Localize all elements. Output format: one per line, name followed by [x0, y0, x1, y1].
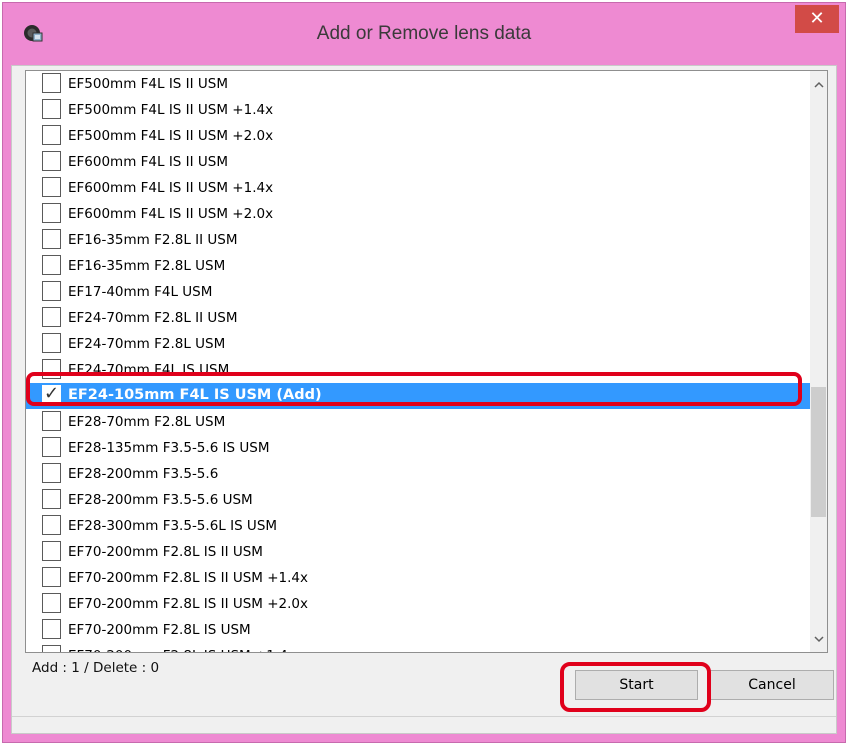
list-item[interactable]: EF16-35mm F2.8L USM [26, 253, 811, 279]
lens-label: EF70-200mm F2.8L IS II USM +1.4x [68, 570, 309, 586]
lens-checkbox[interactable] [42, 619, 61, 639]
lens-checkbox[interactable] [42, 489, 61, 509]
lens-checkbox[interactable] [42, 99, 61, 119]
lens-label: EF17-40mm F4L USM [68, 284, 213, 300]
lens-checkbox[interactable] [42, 437, 61, 457]
list-item[interactable]: EF28-135mm F3.5-5.6 IS USM [26, 435, 811, 461]
dialog-window: Add or Remove lens data ✕ EF500mm F4L IS… [2, 2, 846, 743]
list-item[interactable]: EF500mm F4L IS II USM +2.0x [26, 123, 811, 149]
chevron-down-icon[interactable] [810, 631, 827, 649]
list-item[interactable]: EF70-200mm F2.8L IS USM +1.4x [26, 643, 811, 652]
dialog-body: EF500mm F4L IS II USM EF500mm F4L IS II U… [11, 65, 837, 734]
lens-label: EF500mm F4L IS II USM [68, 76, 229, 92]
lens-checkbox[interactable] [42, 177, 61, 197]
list-item[interactable]: EF500mm F4L IS II USM [26, 71, 811, 97]
scroll-thumb[interactable] [811, 387, 826, 517]
lens-label: EF28-70mm F2.8L USM [68, 414, 226, 430]
lens-label: EF28-200mm F3.5-5.6 [68, 466, 219, 482]
lens-checkbox[interactable] [42, 203, 61, 223]
lens-label: EF28-200mm F3.5-5.6 USM [68, 492, 253, 508]
lens-label: EF28-135mm F3.5-5.6 IS USM [68, 440, 270, 456]
vertical-scrollbar[interactable] [810, 71, 827, 652]
start-button[interactable]: Start [575, 670, 698, 700]
list-item[interactable]: EF28-70mm F2.8L USM [26, 409, 811, 435]
lens-checkbox[interactable] [42, 515, 61, 535]
list-item[interactable]: EF70-200mm F2.8L IS II USM +2.0x [26, 591, 811, 617]
lens-label: EF16-35mm F2.8L II USM [68, 232, 238, 248]
lens-label: EF24-70mm F2.8L II USM [68, 310, 238, 326]
lens-checkbox[interactable] [42, 593, 61, 613]
lens-label: EF70-200mm F2.8L IS USM +1.4x [68, 648, 296, 652]
list-item[interactable]: EF28-300mm F3.5-5.6L IS USM [26, 513, 811, 539]
lens-label: EF500mm F4L IS II USM +2.0x [68, 128, 274, 144]
title-bar[interactable]: Add or Remove lens data ✕ [3, 3, 845, 65]
lens-label: EF70-200mm F2.8L IS II USM [68, 544, 263, 560]
lens-label: EF600mm F4L IS II USM +2.0x [68, 206, 274, 222]
lens-label: EF600mm F4L IS II USM [68, 154, 229, 170]
lens-checkbox[interactable] [42, 151, 61, 171]
lens-checkbox[interactable] [42, 359, 61, 379]
lens-checkbox[interactable] [42, 255, 61, 275]
window-title: Add or Remove lens data [316, 23, 532, 44]
list-item[interactable]: EF28-200mm F3.5-5.6 [26, 461, 811, 487]
lens-checkbox[interactable] [42, 333, 61, 353]
add-delete-counter: Add : 1 / Delete : 0 [32, 660, 160, 676]
list-item[interactable]: EF70-200mm F2.8L IS II USM [26, 539, 811, 565]
lens-label: EF24-70mm F4L IS USM [68, 362, 230, 378]
list-item[interactable]: EF24-70mm F2.8L II USM [26, 305, 811, 331]
list-item[interactable]: EF17-40mm F4L USM [26, 279, 811, 305]
chevron-up-icon[interactable] [810, 77, 827, 95]
lens-checkbox[interactable] [42, 411, 61, 431]
lens-label: EF500mm F4L IS II USM +1.4x [68, 102, 274, 118]
checkmark-icon: ✓ [44, 383, 60, 404]
lens-checkbox[interactable] [42, 281, 61, 301]
lens-checkbox[interactable] [42, 73, 61, 93]
lens-label: EF24-105mm F4L IS USM (Add) [68, 387, 322, 403]
lens-checkbox[interactable]: ✓ [42, 383, 61, 405]
lens-label: EF16-35mm F2.8L USM [68, 258, 226, 274]
lens-label: EF70-200mm F2.8L IS II USM +2.0x [68, 596, 309, 612]
lens-listbox[interactable]: EF500mm F4L IS II USM EF500mm F4L IS II U… [25, 70, 828, 653]
list-item[interactable]: EF600mm F4L IS II USM +2.0x [26, 201, 811, 227]
list-item[interactable]: EF600mm F4L IS II USM +1.4x [26, 175, 811, 201]
close-button[interactable]: ✕ [795, 5, 839, 33]
lens-checkbox[interactable] [42, 645, 61, 652]
lens-label: EF70-200mm F2.8L IS USM [68, 622, 251, 638]
lens-checkbox[interactable] [42, 463, 61, 483]
list-item[interactable]: EF24-70mm F2.8L USM [26, 331, 811, 357]
list-item[interactable]: EF24-70mm F4L IS USM [26, 357, 811, 383]
lens-list: EF500mm F4L IS II USM EF500mm F4L IS II U… [26, 71, 811, 652]
cancel-button[interactable]: Cancel [710, 670, 834, 700]
lens-checkbox[interactable] [42, 229, 61, 249]
list-item[interactable]: EF600mm F4L IS II USM [26, 149, 811, 175]
list-item[interactable]: EF500mm F4L IS II USM +1.4x [26, 97, 811, 123]
lens-label: EF600mm F4L IS II USM +1.4x [68, 180, 274, 196]
lens-label: EF28-300mm F3.5-5.6L IS USM [68, 518, 278, 534]
list-item[interactable]: EF28-200mm F3.5-5.6 USM [26, 487, 811, 513]
lens-checkbox[interactable] [42, 307, 61, 327]
list-item[interactable]: EF16-35mm F2.8L II USM [26, 227, 811, 253]
list-item[interactable]: EF70-200mm F2.8L IS USM [26, 617, 811, 643]
lens-checkbox[interactable] [42, 125, 61, 145]
lens-checkbox[interactable] [42, 541, 61, 561]
close-icon: ✕ [809, 8, 825, 29]
list-item[interactable]: ✓ EF24-105mm F4L IS USM (Add) [26, 383, 811, 409]
lens-label: EF24-70mm F2.8L USM [68, 336, 226, 352]
status-bar-divider [12, 716, 836, 717]
list-item[interactable]: EF70-200mm F2.8L IS II USM +1.4x [26, 565, 811, 591]
lens-checkbox[interactable] [42, 567, 61, 587]
